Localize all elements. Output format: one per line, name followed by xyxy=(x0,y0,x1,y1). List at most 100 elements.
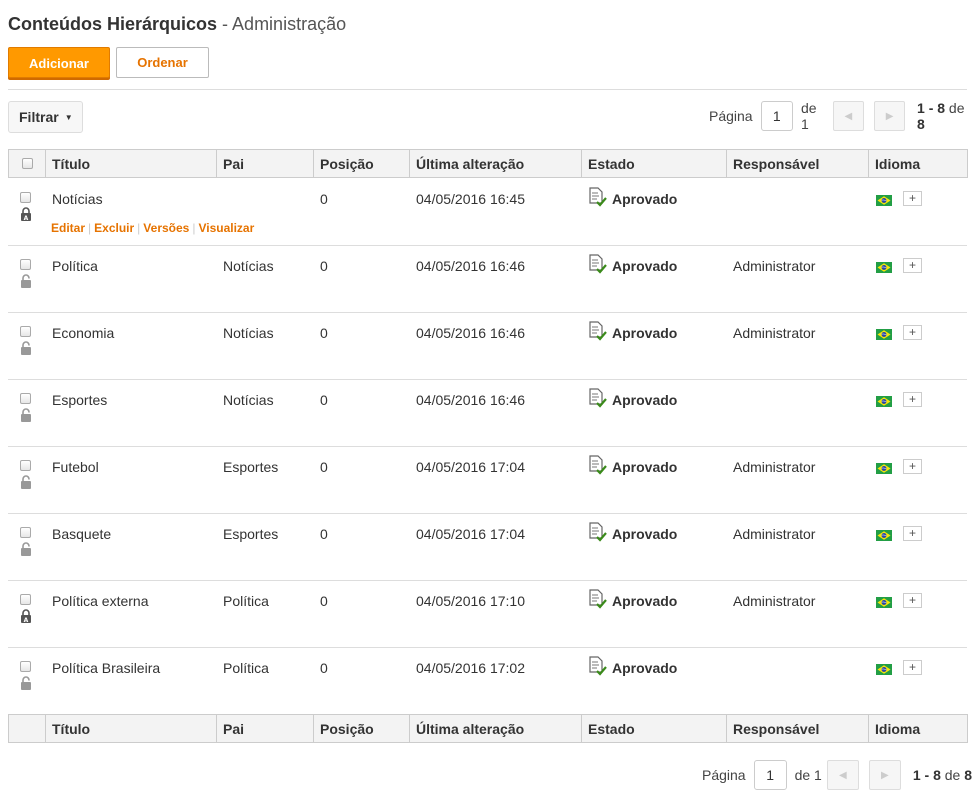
preview-link[interactable]: Visualizar xyxy=(198,221,254,235)
plus-icon: + xyxy=(908,392,916,406)
brazil-flag-icon[interactable] xyxy=(876,193,892,206)
lock-icon[interactable] xyxy=(20,341,32,355)
plus-icon: + xyxy=(908,660,916,674)
lock-icon[interactable]: A xyxy=(20,207,32,222)
footer-col-owner[interactable]: Responsável xyxy=(726,714,869,743)
cell-title[interactable]: Política externa xyxy=(52,593,149,609)
col-header-language[interactable]: Idioma xyxy=(868,149,968,178)
cell-modified: 04/05/2016 17:02 xyxy=(416,660,525,676)
page-label: Página xyxy=(702,767,746,783)
footer-col-status[interactable]: Estado xyxy=(581,714,727,743)
page-number-input[interactable]: 1 xyxy=(760,101,793,131)
cell-title[interactable]: Esportes xyxy=(52,392,107,408)
footer-col-language[interactable]: Idioma xyxy=(868,714,968,743)
filter-button[interactable]: Filtrar ▼ xyxy=(8,101,83,133)
row-checkbox[interactable] xyxy=(20,661,31,672)
table-row: Política Brasileira Política 0 04/05/2016 1… xyxy=(8,648,967,715)
select-all-checkbox[interactable] xyxy=(21,157,33,169)
plus-icon: + xyxy=(908,325,916,339)
order-button[interactable]: Ordenar xyxy=(116,47,209,78)
range-of: de xyxy=(944,767,961,783)
next-page-button[interactable]: ▶ xyxy=(873,101,906,131)
row-checkbox[interactable] xyxy=(20,460,31,471)
cell-title[interactable]: Notícias xyxy=(52,191,103,207)
col-header-position[interactable]: Posição xyxy=(313,149,410,178)
footer-col-parent[interactable]: Pai xyxy=(216,714,314,743)
cell-title[interactable]: Basquete xyxy=(52,526,111,542)
brazil-flag-icon[interactable] xyxy=(876,327,892,340)
row-checkbox[interactable] xyxy=(20,326,31,337)
lock-icon[interactable] xyxy=(20,475,32,489)
row-checkbox[interactable] xyxy=(20,192,31,203)
cell-title[interactable]: Futebol xyxy=(52,459,99,475)
cell-title[interactable]: Política xyxy=(52,258,98,274)
range-total: 8 xyxy=(917,116,925,132)
row-checkbox[interactable] xyxy=(20,527,31,538)
lock-icon[interactable]: A xyxy=(20,609,32,624)
page-title-main: Conteúdos Hierárquicos xyxy=(8,14,218,34)
cell-modified: 04/05/2016 16:45 xyxy=(416,191,525,207)
add-translation-button[interactable]: + xyxy=(903,660,922,675)
col-header-title[interactable]: Título xyxy=(45,149,217,178)
col-header-parent[interactable]: Pai xyxy=(216,149,314,178)
next-arrow-icon: ▶ xyxy=(885,110,894,122)
lock-icon[interactable] xyxy=(20,274,32,288)
page-title-sub: - Administração xyxy=(222,14,347,34)
cell-title[interactable]: Economia xyxy=(52,325,114,341)
add-translation-button[interactable]: + xyxy=(903,459,922,474)
add-translation-button[interactable]: + xyxy=(903,191,922,206)
row-checkbox[interactable] xyxy=(20,393,31,404)
lock-icon[interactable] xyxy=(20,676,32,690)
cell-status: Aprovado xyxy=(588,388,677,411)
prev-page-button[interactable]: ◀ xyxy=(832,101,865,131)
brazil-flag-icon[interactable] xyxy=(876,394,892,407)
brazil-flag-icon[interactable] xyxy=(876,662,892,675)
cell-parent: Esportes xyxy=(223,459,279,475)
row-checkbox[interactable] xyxy=(20,594,31,605)
cell-status: Aprovado xyxy=(588,187,677,210)
brazil-flag-icon[interactable] xyxy=(876,595,892,608)
page-label: Página xyxy=(709,108,753,124)
brazil-flag-icon[interactable] xyxy=(876,260,892,273)
row-actions: Editar | Excluir | Versões | Visualizar xyxy=(51,221,255,235)
add-button[interactable]: Adicionar xyxy=(8,47,110,78)
cell-title[interactable]: Política Brasileira xyxy=(52,660,160,676)
cell-status: Aprovado xyxy=(588,254,677,277)
cell-position: 0 xyxy=(320,526,328,542)
lock-icon[interactable] xyxy=(20,408,32,422)
edit-link[interactable]: Editar xyxy=(51,221,85,235)
page-number-input[interactable]: 1 xyxy=(753,760,787,790)
plus-icon: + xyxy=(908,526,916,540)
footer-col-title[interactable]: Título xyxy=(45,714,217,743)
footer-col-position[interactable]: Posição xyxy=(313,714,410,743)
table-footer: Título Pai Posição Última alteração Esta… xyxy=(8,714,968,743)
col-header-owner[interactable]: Responsável xyxy=(726,149,869,178)
prev-page-button[interactable]: ◀ xyxy=(826,760,859,790)
next-page-button[interactable]: ▶ xyxy=(868,760,901,790)
add-translation-button[interactable]: + xyxy=(903,526,922,541)
cell-position: 0 xyxy=(320,325,328,341)
col-header-modified[interactable]: Última alteração xyxy=(409,149,582,178)
document-check-icon xyxy=(588,589,612,612)
document-check-icon xyxy=(588,388,612,411)
add-translation-button[interactable]: + xyxy=(903,258,922,273)
range-info: 1 - 8 de 8 xyxy=(917,100,975,132)
col-header-status[interactable]: Estado xyxy=(581,149,727,178)
add-translation-button[interactable]: + xyxy=(903,325,922,340)
add-translation-button[interactable]: + xyxy=(903,392,922,407)
add-translation-button[interactable]: + xyxy=(903,593,922,608)
table-row: Esportes Notícias 0 04/05/2016 16:46 Aprovad… xyxy=(8,380,967,447)
pagination-top: Página 1 de 1 ◀ ▶ 1 - 8 de 8 xyxy=(709,100,975,132)
cell-modified: 04/05/2016 16:46 xyxy=(416,392,525,408)
row-checkbox[interactable] xyxy=(20,259,31,270)
status-label: Aprovado xyxy=(612,257,678,274)
brazil-flag-icon[interactable] xyxy=(876,461,892,474)
delete-link[interactable]: Excluir xyxy=(94,221,134,235)
versions-link[interactable]: Versões xyxy=(143,221,189,235)
status-label: Aprovado xyxy=(612,458,678,475)
brazil-flag-icon[interactable] xyxy=(876,528,892,541)
lock-icon[interactable] xyxy=(20,542,32,556)
table-row: Futebol Esportes 0 04/05/2016 17:04 Aprovado… xyxy=(8,447,967,514)
footer-col-modified[interactable]: Última alteração xyxy=(409,714,582,743)
table-row: Economia Notícias 0 04/05/2016 16:46 Aprovad… xyxy=(8,313,967,380)
